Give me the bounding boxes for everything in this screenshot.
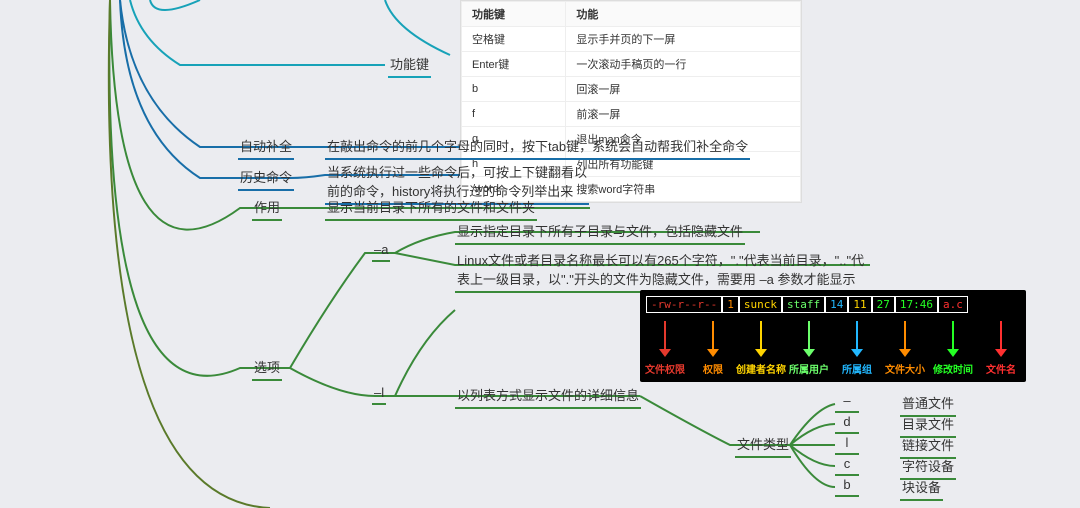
node-func-keys[interactable]: 功能键 bbox=[388, 52, 431, 78]
ls-arrow: 文件名 bbox=[986, 321, 1016, 376]
label: 普通文件 bbox=[902, 396, 954, 411]
ls-arrow: 文件大小 bbox=[890, 321, 920, 376]
node-role-desc[interactable]: 显示当前目录下所有的文件和文件夹 bbox=[325, 195, 537, 221]
label: 以列表方式显示文件的详细信息 bbox=[457, 388, 639, 403]
th-key: 功能键 bbox=[462, 2, 566, 27]
label: 块设备 bbox=[902, 480, 941, 495]
table-cell: 前滚一屏 bbox=[566, 102, 801, 127]
table-cell: 显示手并页的下一屏 bbox=[566, 27, 801, 52]
ls-segment: staff bbox=[782, 296, 825, 313]
ls-segment: 17:46 bbox=[895, 296, 938, 313]
ft-key-b[interactable]: b bbox=[835, 475, 859, 497]
ls-segment: 27 bbox=[872, 296, 895, 313]
ft-key-d[interactable]: d bbox=[835, 412, 859, 434]
node-options[interactable]: 选项 bbox=[252, 355, 282, 381]
label: 在敲出命令的前几个字母的同时，按下tab键，系统会自动帮我们补全命令 bbox=[327, 139, 748, 154]
label: 显示指定目录下所有子目录与文件，包括隐藏文件 bbox=[457, 224, 743, 239]
label: d bbox=[843, 414, 850, 429]
label: 链接文件 bbox=[902, 438, 954, 453]
label: –a bbox=[374, 242, 388, 257]
label: 作用 bbox=[254, 200, 280, 215]
label: 功能键 bbox=[390, 57, 429, 72]
table-cell: 一次滚动手稿页的一行 bbox=[566, 52, 801, 77]
table-cell: 搜索word字符串 bbox=[566, 177, 801, 202]
ls-arrow: 所属用户 bbox=[794, 321, 824, 376]
node-opt-a-desc2[interactable]: Linux文件或者目录名称最长可以有265个字符，"."代表当前目录，".."代… bbox=[455, 248, 866, 293]
label: 自动补全 bbox=[240, 139, 292, 154]
node-opt-l-desc[interactable]: 以列表方式显示文件的详细信息 bbox=[455, 383, 641, 409]
label: 当系统执行过一些命令后，可按上下键翻看以 前的命令，history将执行过的命令… bbox=[327, 165, 587, 199]
node-opt-a-desc1[interactable]: 显示指定目录下所有子目录与文件，包括隐藏文件 bbox=[455, 219, 745, 245]
ls-segment: 11 bbox=[848, 296, 871, 313]
node-auto-complete-desc[interactable]: 在敲出命令的前几个字母的同时，按下tab键，系统会自动帮我们补全命令 bbox=[325, 134, 750, 160]
ls-segment: 1 bbox=[722, 296, 739, 313]
ls-arrow: 所属组 bbox=[842, 321, 872, 376]
ls-arrow: 权限 bbox=[698, 321, 728, 376]
table-cell: 回滚一屏 bbox=[566, 77, 801, 102]
ls-segment: a.c bbox=[938, 296, 968, 313]
ls-arrow: 文件权限 bbox=[650, 321, 680, 376]
ls-segment: sunck bbox=[739, 296, 782, 313]
ls-segment: 14 bbox=[825, 296, 848, 313]
ft-key-dash[interactable]: – bbox=[835, 391, 859, 413]
node-opt-l[interactable]: –l bbox=[372, 383, 386, 405]
label: Linux文件或者目录名称最长可以有265个字符，"."代表当前目录，".."代… bbox=[457, 253, 864, 287]
label: – bbox=[843, 393, 850, 408]
ls-arrow: 修改时间 bbox=[938, 321, 968, 376]
th-func: 功能 bbox=[566, 2, 801, 27]
mindmap-canvas[interactable]: 功能键 功能键 功能 空格键显示手并页的下一屏Enter键一次滚动手稿页的一行b… bbox=[0, 0, 1080, 508]
table-cell: Enter键 bbox=[462, 52, 566, 77]
table-cell: b bbox=[462, 77, 566, 102]
label: 历史命令 bbox=[240, 170, 292, 185]
node-opt-a[interactable]: –a bbox=[372, 240, 390, 262]
ft-key-l[interactable]: l bbox=[835, 433, 859, 455]
label: 字符设备 bbox=[902, 459, 954, 474]
table-cell: 空格键 bbox=[462, 27, 566, 52]
node-role[interactable]: 作用 bbox=[252, 195, 282, 221]
table-cell: f bbox=[462, 102, 566, 127]
node-auto-complete[interactable]: 自动补全 bbox=[238, 134, 294, 160]
ft-val-b[interactable]: 块设备 bbox=[900, 475, 943, 501]
label: 目录文件 bbox=[902, 417, 954, 432]
label: l bbox=[846, 435, 849, 450]
label: c bbox=[844, 456, 851, 471]
ls-segment: -rw-r--r-- bbox=[646, 296, 722, 313]
node-file-type[interactable]: 文件类型 bbox=[735, 432, 791, 458]
ft-key-c[interactable]: c bbox=[835, 454, 859, 476]
label: 文件类型 bbox=[737, 437, 789, 452]
ls-arrow: 创建者名称 bbox=[746, 321, 776, 376]
label: b bbox=[843, 477, 850, 492]
node-history[interactable]: 历史命令 bbox=[238, 165, 294, 191]
label: –l bbox=[374, 385, 384, 400]
ls-color-diagram: -rw-r--r--1sunckstaff14112717:46a.c 文件权限… bbox=[640, 290, 1026, 382]
label: 显示当前目录下所有的文件和文件夹 bbox=[327, 200, 535, 215]
label: 选项 bbox=[254, 360, 280, 375]
